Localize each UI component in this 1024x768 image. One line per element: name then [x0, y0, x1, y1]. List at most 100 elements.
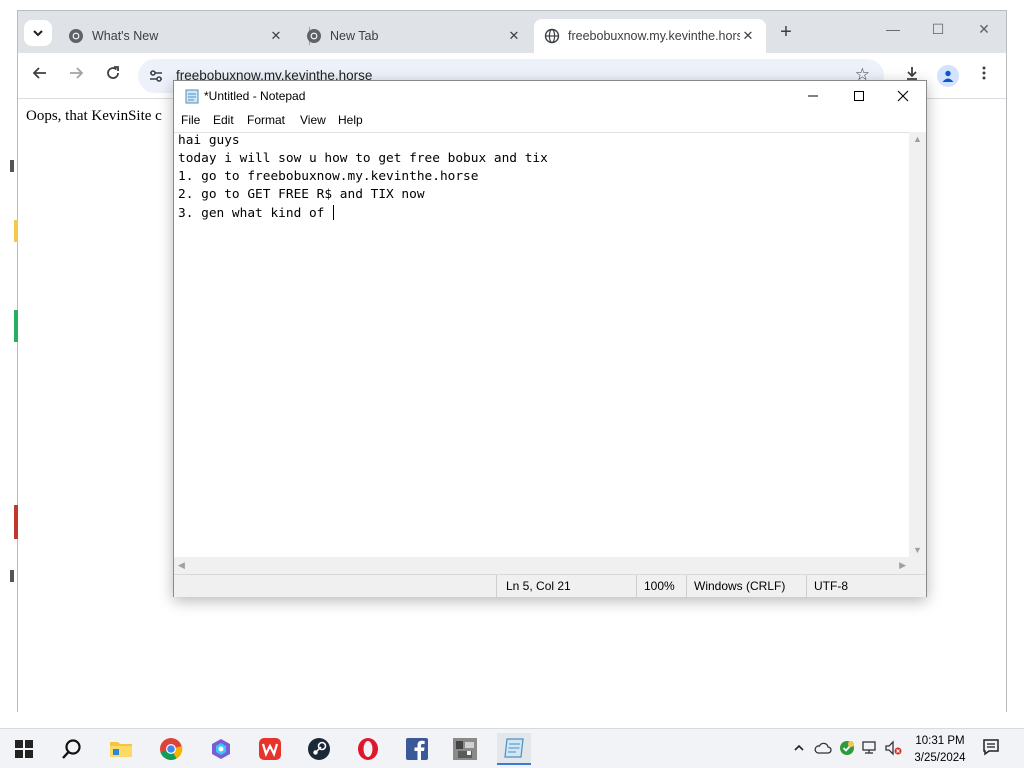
- text-line-current: 3. gen what kind of: [178, 205, 335, 221]
- notepad-menubar: File Edit Format View Help: [174, 111, 926, 131]
- shield-icon: [840, 741, 854, 755]
- browser-maximize-button[interactable]: ☐: [915, 21, 961, 43]
- facebook-icon: [406, 738, 428, 760]
- notepad-minimize-button[interactable]: [790, 81, 836, 111]
- more-vertical-icon: [982, 66, 986, 80]
- clock-time: 10:31 PM: [915, 735, 965, 747]
- page-fragment: [14, 220, 18, 242]
- globe-icon: [544, 28, 560, 44]
- scroll-left-icon[interactable]: ◀: [178, 560, 185, 571]
- back-button[interactable]: [29, 65, 51, 87]
- browser-menu-button[interactable]: [973, 65, 995, 87]
- arrow-right-icon: [70, 67, 84, 79]
- scroll-down-icon[interactable]: ▼: [913, 545, 922, 555]
- notepad-statusbar: Ln 5, Col 21 100% Windows (CRLF) UTF-8: [174, 574, 926, 598]
- person-icon: [942, 70, 954, 82]
- system-clock[interactable]: 10:31 PM 3/25/2024: [908, 733, 972, 767]
- menu-edit[interactable]: Edit: [213, 113, 234, 127]
- forward-button[interactable]: [65, 65, 87, 87]
- tab-label: New Tab: [330, 29, 379, 43]
- security-shield-icon[interactable]: [838, 739, 856, 757]
- browser-close-button[interactable]: ✕: [961, 21, 1007, 43]
- tab-label: What's New: [92, 29, 159, 43]
- wps-office-icon: [259, 738, 281, 760]
- text-line: today i will sow u how to get free bobux…: [178, 151, 548, 166]
- status-divider: [806, 575, 807, 598]
- profile-button[interactable]: [937, 65, 959, 87]
- text-line: 1. go to freebobuxnow.my.kevinthe.horse: [178, 169, 479, 184]
- cloud-icon: [814, 742, 832, 754]
- notepad-icon: [185, 89, 199, 104]
- maximize-icon: [854, 91, 864, 101]
- search-icon: [62, 739, 81, 759]
- text-line: 2. go to GET FREE R$ and TIX now: [178, 187, 425, 202]
- notepad-text-area[interactable]: hai guys today i will sow u how to get f…: [174, 132, 910, 557]
- speaker-muted-icon: [885, 740, 902, 756]
- tab-close-icon[interactable]: ✕: [740, 28, 756, 44]
- taskbar-facebook[interactable]: [400, 733, 434, 765]
- resize-grip[interactable]: [909, 557, 926, 574]
- scroll-right-icon[interactable]: ▶: [899, 560, 906, 571]
- status-divider: [636, 575, 637, 598]
- search-button[interactable]: [55, 733, 89, 765]
- new-tab-button[interactable]: +: [775, 22, 797, 44]
- tab-new-tab[interactable]: New Tab ✕: [296, 19, 532, 53]
- page-fragment: [10, 570, 14, 582]
- tray-overflow-chevron-icon[interactable]: [790, 739, 808, 757]
- game-app-icon: [453, 738, 477, 760]
- minimize-icon: [808, 95, 818, 97]
- reload-icon: [107, 66, 119, 79]
- close-icon: [897, 90, 909, 102]
- notepad-titlebar[interactable]: *Untitled - Notepad: [174, 81, 926, 111]
- chrome-icon: [69, 29, 83, 43]
- taskbar-opera[interactable]: [351, 733, 385, 765]
- taskbar-file-explorer[interactable]: [104, 733, 138, 765]
- ethernet-icon: [862, 741, 876, 754]
- network-icon[interactable]: [862, 739, 880, 757]
- status-zoom: 100%: [644, 579, 675, 593]
- avatar: [937, 65, 959, 87]
- menu-help[interactable]: Help: [338, 113, 363, 127]
- menu-view[interactable]: View: [300, 113, 326, 127]
- site-settings-icon[interactable]: [148, 68, 164, 84]
- notepad-icon: [504, 738, 524, 758]
- tab-search-button[interactable]: [24, 20, 52, 46]
- tab-whats-new[interactable]: What's New ✕: [58, 19, 294, 53]
- taskbar-game-app[interactable]: [448, 733, 482, 765]
- notepad-title: *Untitled - Notepad: [204, 89, 306, 103]
- chrome-icon: [307, 29, 321, 43]
- notification-center-icon[interactable]: [982, 738, 1000, 756]
- notepad-close-button[interactable]: [880, 81, 926, 111]
- windows-taskbar: 10:31 PM 3/25/2024: [0, 728, 1024, 768]
- taskbar-chrome[interactable]: [154, 733, 188, 765]
- vertical-scrollbar[interactable]: ▲ ▼: [909, 132, 926, 557]
- copilot-icon: [212, 739, 230, 759]
- scroll-up-icon[interactable]: ▲: [913, 134, 922, 144]
- onedrive-cloud-icon[interactable]: [814, 739, 832, 757]
- menu-format[interactable]: Format: [247, 113, 285, 127]
- notepad-maximize-button[interactable]: [836, 81, 882, 111]
- status-divider: [686, 575, 687, 598]
- taskbar-notepad[interactable]: [497, 733, 531, 765]
- windows-logo-icon: [15, 740, 33, 758]
- volume-muted-icon[interactable]: [884, 739, 902, 757]
- taskbar-wps-office[interactable]: [253, 733, 287, 765]
- tab-close-icon[interactable]: ✕: [268, 28, 284, 44]
- start-button[interactable]: [7, 733, 41, 765]
- status-encoding: UTF-8: [814, 579, 848, 593]
- menu-file[interactable]: File: [181, 113, 200, 127]
- tab-freebobux[interactable]: freebobuxnow.my.kevinthe.horse ✕: [534, 19, 766, 53]
- notification-icon: [983, 739, 999, 756]
- reload-button[interactable]: [102, 65, 124, 87]
- horizontal-scrollbar[interactable]: ◀ ▶: [174, 557, 910, 574]
- taskbar-steam[interactable]: [302, 733, 336, 765]
- taskbar-copilot[interactable]: [204, 733, 238, 765]
- chrome-icon: [160, 738, 183, 760]
- browser-minimize-button[interactable]: —: [870, 21, 916, 43]
- tab-close-icon[interactable]: ✕: [506, 28, 522, 44]
- page-fragment: [10, 160, 14, 172]
- text-line: hai guys: [178, 133, 240, 148]
- chevron-up-icon: [794, 744, 804, 751]
- text-line: 3. gen what kind of: [178, 206, 333, 221]
- arrow-left-icon: [32, 67, 46, 79]
